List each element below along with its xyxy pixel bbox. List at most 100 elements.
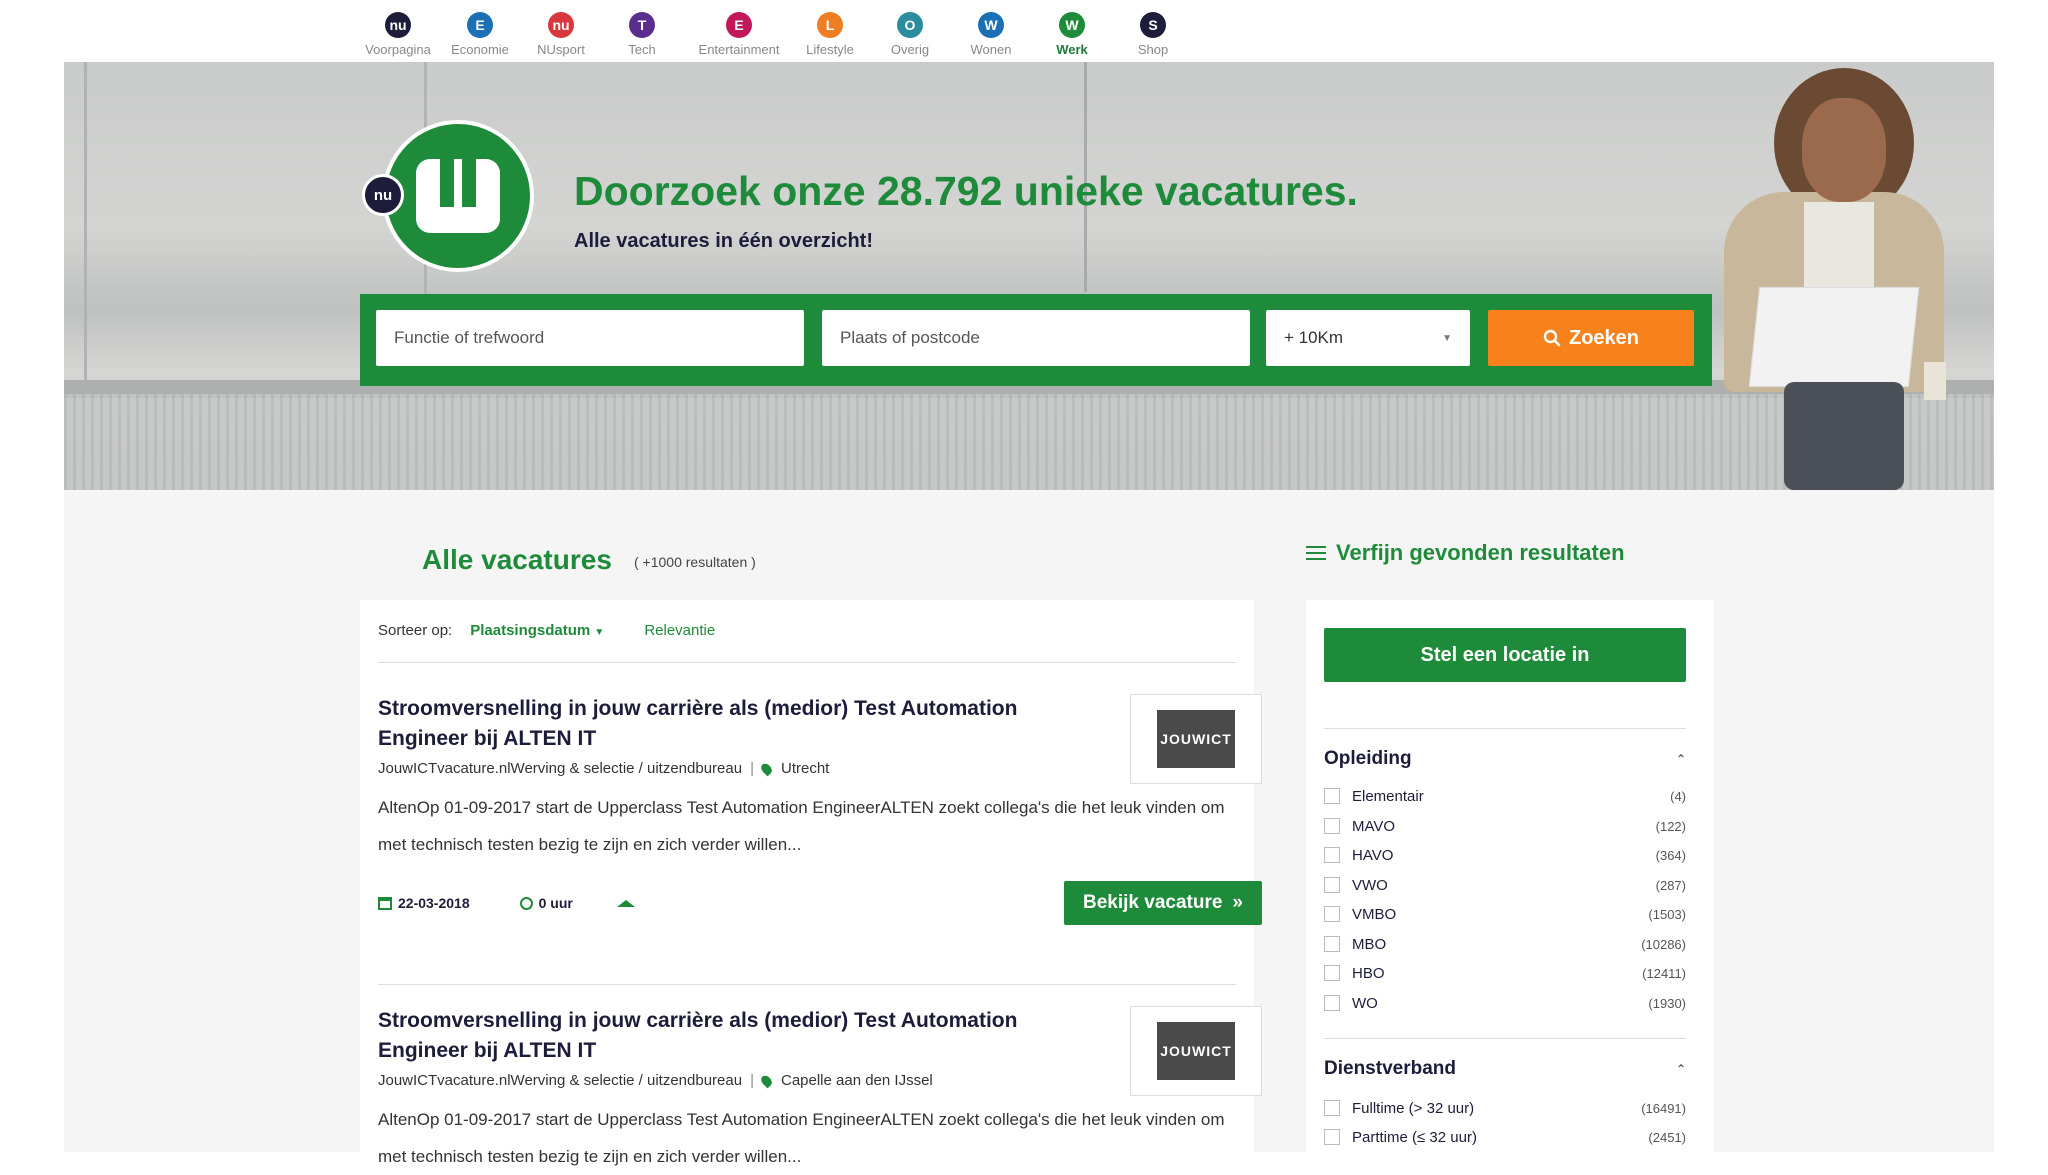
nav-item-economie[interactable]: E Economie <box>438 12 522 57</box>
location-input[interactable] <box>822 310 1250 366</box>
filter-panel: Stel een locatie in Opleiding ⌃ Elementa… <box>1306 600 1714 1160</box>
company-logo: JOUWICT <box>1130 1006 1262 1096</box>
results-count: ( +1000 resultaten ) <box>634 554 756 570</box>
filter-option[interactable]: WO (1930) <box>1324 991 1686 1015</box>
job-company: JouwICTvacature.nlWerving & selectie / u… <box>378 760 743 777</box>
job-list: Sorteer op: Plaatsingsdatum ▼ Relevantie… <box>360 600 1262 1166</box>
view-job-button[interactable]: Bekijk vacature » <box>1064 881 1262 925</box>
nav-label: Wonen <box>970 42 1012 57</box>
filter-option[interactable]: VWO (287) <box>1324 873 1686 897</box>
nav-item-voorpagina[interactable]: nu Voorpagina <box>356 12 440 57</box>
overig-icon: O <box>897 12 923 38</box>
nav-label: Shop <box>1137 42 1169 57</box>
checkbox[interactable] <box>1324 965 1340 981</box>
chevron-up-icon: ⌃ <box>1675 752 1686 766</box>
set-location-button[interactable]: Stel een locatie in <box>1324 628 1686 682</box>
hero-banner <box>64 62 1994 490</box>
nav-item-werk[interactable]: W Werk <box>1030 12 1114 71</box>
voorpagina-icon: nu <box>385 12 411 38</box>
search-bar: + 10Km ▼ Zoeken <box>360 294 1712 386</box>
filter-group-education[interactable]: Opleiding ⌃ <box>1324 748 1686 770</box>
checkbox[interactable] <box>1324 847 1340 863</box>
chevron-down-icon: ▼ <box>1442 332 1452 344</box>
job-location: Utrecht <box>780 760 830 777</box>
nav-item-overig[interactable]: O Overig <box>868 12 952 57</box>
location-pin-icon <box>759 761 774 776</box>
nav-item-nusport[interactable]: nu NUsport <box>519 12 603 57</box>
filter-group-title: Opleiding <box>1324 748 1412 769</box>
job-date: 22-03-2018 <box>398 895 470 911</box>
nav-label: Tech <box>628 42 656 57</box>
hero-photo-woman-with-laptop <box>1634 62 1994 490</box>
filter-option[interactable]: Elementair (4) <box>1324 784 1686 808</box>
nav-label: Overig <box>890 42 930 57</box>
job-meta: JouwICTvacature.nlWerving & selectie / u… <box>378 760 830 777</box>
filter-title: Verfijn gevonden resultaten <box>1306 540 1625 566</box>
job-company: JouwICTvacature.nlWerving & selectie / u… <box>378 1072 743 1089</box>
checkbox[interactable] <box>1324 936 1340 952</box>
nav-label: Economie <box>451 42 509 57</box>
job-description: AltenOp 01-09-2017 start de Upperclass T… <box>378 798 1225 854</box>
tech-icon: T <box>629 12 655 38</box>
caret-down-icon: ▼ <box>594 627 605 638</box>
nav-label: Werk <box>1056 42 1088 57</box>
nav-label: NUsport <box>537 42 585 57</box>
checkbox[interactable] <box>1324 906 1340 922</box>
job-listing: Stroomversnelling in jouw carrière als (… <box>378 694 1262 925</box>
nav-item-wonen[interactable]: W Wonen <box>949 12 1033 57</box>
keyword-input[interactable] <box>376 310 804 366</box>
nu-logo-badge: nu <box>362 174 404 216</box>
nav-item-lifestyle[interactable]: L Lifestyle <box>788 12 872 57</box>
nu-werk-logo <box>382 120 534 272</box>
clock-icon <box>519 896 533 910</box>
nav-label: Lifestyle <box>806 42 854 57</box>
filter-title-text: Verfijn gevonden resultaten <box>1336 540 1625 565</box>
chevron-up-icon: ⌃ <box>1675 1062 1686 1076</box>
sort-option-plaatsingsdatum[interactable]: Plaatsingsdatum ▼ <box>470 622 604 639</box>
radius-select[interactable]: + 10Km ▼ <box>1266 310 1470 366</box>
company-logo: JOUWICT <box>1130 694 1262 784</box>
job-title[interactable]: Stroomversnelling in jouw carrière als (… <box>378 1006 1098 1066</box>
lifestyle-icon: L <box>817 12 843 38</box>
checkbox[interactable] <box>1324 818 1340 834</box>
checkbox[interactable] <box>1324 995 1340 1011</box>
checkbox[interactable] <box>1324 1129 1340 1145</box>
filter-option[interactable]: Parttime (≤ 32 uur) (2451) <box>1324 1125 1686 1149</box>
werk-icon: W <box>1059 12 1085 38</box>
entertainment-icon: E <box>726 12 752 38</box>
sort-active-label: Plaatsingsdatum <box>470 622 591 639</box>
filter-option[interactable]: HAVO (364) <box>1324 843 1686 867</box>
sliders-icon <box>1306 545 1326 561</box>
sort-label: Sorteer op: <box>378 622 453 639</box>
nav-item-tech[interactable]: T Tech <box>600 12 684 57</box>
job-meta: JouwICTvacature.nlWerving & selectie / u… <box>378 1072 933 1089</box>
sort-option-relevantie[interactable]: Relevantie <box>644 622 715 639</box>
checkbox[interactable] <box>1324 1100 1340 1116</box>
nusport-icon: nu <box>548 12 574 38</box>
job-title[interactable]: Stroomversnelling in jouw carrière als (… <box>378 694 1098 754</box>
search-icon <box>1543 329 1561 347</box>
search-button[interactable]: Zoeken <box>1488 310 1694 366</box>
filter-option[interactable]: VMBO (1503) <box>1324 902 1686 926</box>
shop-icon: S <box>1140 12 1166 38</box>
filter-group-employment[interactable]: Dienstverband ⌃ <box>1324 1058 1686 1080</box>
filter-option[interactable]: MAVO (122) <box>1324 814 1686 838</box>
filter-option[interactable]: HBO (12411) <box>1324 961 1686 985</box>
job-footer: 22-03-2018 0 uur Bekijk vacature » <box>378 881 1262 925</box>
location-pin-icon <box>759 1073 774 1088</box>
nav-item-entertainment[interactable]: E Entertainment <box>691 12 787 57</box>
filter-option[interactable]: MBO (10286) <box>1324 932 1686 956</box>
graduation-cap-icon <box>616 899 635 907</box>
job-listing: Stroomversnelling in jouw carrière als (… <box>378 1006 1262 1175</box>
hero-subtitle: Alle vacatures in één overzicht! <box>574 230 874 252</box>
view-job-label: Bekijk vacature <box>1083 892 1223 913</box>
nav-item-shop[interactable]: S Shop <box>1111 12 1195 57</box>
checkbox[interactable] <box>1324 877 1340 893</box>
hero-title: Doorzoek onze 28.792 unieke vacatures. <box>574 168 1358 214</box>
calendar-icon <box>378 896 392 910</box>
nav-label: Voorpagina <box>365 42 431 57</box>
checkbox[interactable] <box>1324 788 1340 804</box>
results-section: Alle vacatures ( +1000 resultaten ) Sort… <box>64 490 1994 1166</box>
filter-option[interactable]: Fulltime (> 32 uur) (16491) <box>1324 1096 1686 1120</box>
results-title: Alle vacatures <box>422 544 612 575</box>
